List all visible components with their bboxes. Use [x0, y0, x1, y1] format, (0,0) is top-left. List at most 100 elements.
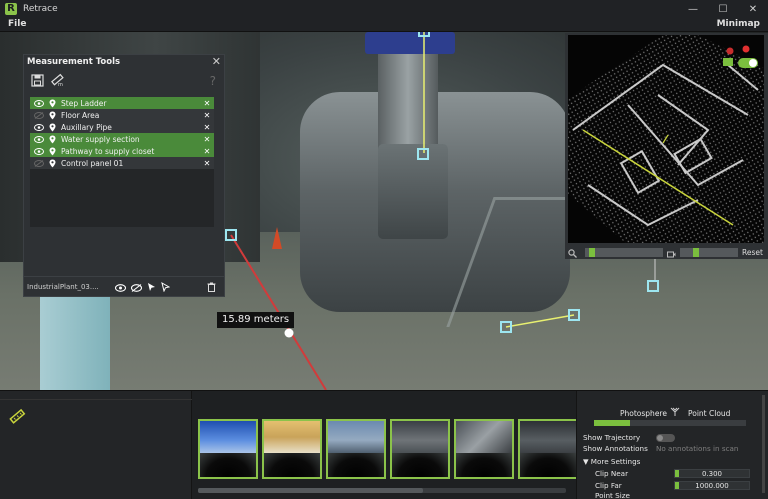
- panel-close-button[interactable]: ✕: [212, 55, 221, 68]
- ruler-tool-icon[interactable]: [8, 407, 26, 429]
- delete-icon[interactable]: ✕: [202, 159, 212, 168]
- tool-dock: [0, 391, 192, 499]
- show-annotations-label: Show Annotations: [583, 444, 648, 453]
- clip-near-label: Clip Near: [595, 469, 629, 478]
- delete-icon[interactable]: ✕: [202, 111, 212, 120]
- minimap-record-icon[interactable]: [726, 47, 734, 55]
- measurement-line-floor: [505, 314, 575, 328]
- measurement-handle[interactable]: [417, 148, 429, 160]
- thumbnail-scrollbar-thumb[interactable]: [198, 488, 423, 493]
- menu-file[interactable]: File: [8, 19, 26, 29]
- hide-all-eye-icon[interactable]: [130, 277, 143, 296]
- map-pin-icon[interactable]: [47, 111, 57, 120]
- measurement-tools-panel: Measurement Tools ✕ m ? Step Ladder ✕ Fl…: [23, 54, 225, 297]
- eye-hidden-icon[interactable]: [33, 111, 45, 119]
- clip-far-row: Clip Far 1000.000: [595, 480, 750, 491]
- minimap-lock-icon[interactable]: [723, 58, 733, 66]
- photosphere-thumbnail[interactable]: [518, 419, 578, 479]
- map-pin-icon[interactable]: [47, 159, 57, 168]
- view-mode-slider[interactable]: [594, 420, 746, 426]
- minimap-view[interactable]: [568, 35, 764, 243]
- minimap-height-thumb[interactable]: [693, 247, 699, 257]
- search-icon[interactable]: [568, 243, 577, 262]
- minimap-controls: Reset: [565, 245, 768, 259]
- photosphere-thumbnail[interactable]: [198, 419, 258, 479]
- delete-icon[interactable]: ✕: [202, 147, 212, 156]
- list-item[interactable]: Floor Area ✕: [30, 109, 214, 121]
- point-size-label: Point Size: [595, 491, 630, 499]
- minimize-button[interactable]: —: [678, 0, 708, 18]
- more-settings-label[interactable]: ▼ More Settings: [583, 457, 640, 466]
- list-item-label: Auxillary Pipe: [61, 122, 112, 132]
- panel-title: Measurement Tools: [27, 57, 121, 67]
- photosphere-thumbnail[interactable]: [390, 419, 450, 479]
- point-cloud-map: [568, 35, 764, 243]
- show-all-eye-icon[interactable]: [114, 277, 127, 296]
- photosphere-mode-button[interactable]: Photosphere: [620, 409, 667, 418]
- minimap-zoom-slider[interactable]: [585, 247, 663, 257]
- list-item[interactable]: Step Ladder ✕: [30, 97, 214, 109]
- app-logo-icon: R: [5, 3, 17, 15]
- more-settings-header[interactable]: ▼ More Settings: [583, 456, 640, 467]
- point-size-row: Point Size 1: [595, 491, 630, 499]
- save-measurements-icon[interactable]: [30, 73, 44, 87]
- show-trajectory-toggle[interactable]: [656, 433, 675, 442]
- point-cloud-mode-button[interactable]: Point Cloud: [688, 409, 730, 418]
- minimap-reset-button[interactable]: Reset: [742, 248, 763, 257]
- list-item-label: Water supply section: [61, 134, 140, 144]
- map-pin-icon[interactable]: [47, 147, 57, 156]
- clip-near-field[interactable]: 0.300: [674, 469, 750, 478]
- annotations-status: No annotations in scan: [656, 444, 739, 453]
- delete-icon[interactable]: ✕: [202, 135, 212, 144]
- eye-visible-icon[interactable]: [33, 123, 45, 131]
- delete-icon[interactable]: ✕: [202, 123, 212, 132]
- delete-icon[interactable]: ✕: [202, 99, 212, 108]
- camera-icon[interactable]: [667, 243, 676, 262]
- ruler-measure-icon[interactable]: m: [50, 73, 64, 87]
- minimap-zoom-thumb[interactable]: [588, 247, 595, 257]
- title-bar: R Retrace — ☐ ✕: [0, 0, 768, 18]
- settings-scrollbar[interactable]: [762, 395, 765, 493]
- eye-visible-icon[interactable]: [33, 147, 45, 155]
- list-item-label: Floor Area: [61, 110, 100, 120]
- menu-bar: File Minimap: [0, 18, 768, 32]
- eye-hidden-icon[interactable]: [33, 159, 45, 167]
- measurement-midpoint-handle[interactable]: [284, 328, 294, 338]
- clip-far-field[interactable]: 1000.000: [674, 481, 750, 490]
- photosphere-thumbnail[interactable]: [326, 419, 386, 479]
- svg-text:m: m: [58, 82, 63, 87]
- measurement-distance-label: 15.89 meters: [217, 312, 295, 328]
- eye-visible-icon[interactable]: [33, 99, 45, 107]
- list-item-label: Control panel 01: [61, 158, 124, 168]
- thumbnail-scrollbar[interactable]: [198, 488, 566, 493]
- panel-toolbar: m: [30, 73, 64, 87]
- footer-actions: [114, 277, 171, 296]
- list-item[interactable]: Control panel 01 ✕: [30, 157, 214, 169]
- minimap-height-slider[interactable]: [680, 247, 738, 257]
- list-item[interactable]: Water supply section ✕: [30, 133, 214, 145]
- menu-minimap[interactable]: Minimap: [717, 19, 760, 29]
- minimap-record-active-icon[interactable]: [742, 45, 750, 53]
- select-cursor-icon[interactable]: [147, 277, 156, 296]
- list-item[interactable]: Pathway to supply closet ✕: [30, 145, 214, 157]
- app-title: Retrace: [23, 4, 58, 14]
- map-pin-icon[interactable]: [47, 99, 57, 108]
- map-pin-icon[interactable]: [47, 135, 57, 144]
- panel-footer: IndustrialPlant_03....: [24, 276, 224, 296]
- maximize-button[interactable]: ☐: [708, 0, 738, 18]
- help-icon[interactable]: ?: [210, 74, 216, 88]
- clip-far-value: 1000.000: [695, 482, 729, 490]
- swap-mode-icon[interactable]: [670, 407, 680, 419]
- view-mode-slider-fill: [594, 420, 631, 426]
- list-item[interactable]: Auxillary Pipe ✕: [30, 121, 214, 133]
- photosphere-thumbnail[interactable]: [454, 419, 514, 479]
- close-window-button[interactable]: ✕: [738, 0, 768, 18]
- app-window: R Retrace — ☐ ✕ File Minimap 15.89 meter…: [0, 0, 768, 499]
- map-pin-icon[interactable]: [47, 123, 57, 132]
- trash-icon[interactable]: [207, 277, 216, 296]
- photosphere-thumbnail[interactable]: [262, 419, 322, 479]
- measurement-handle[interactable]: [647, 280, 659, 292]
- show-trajectory-row: Show Trajectory: [583, 432, 675, 443]
- select-cursor-outline-icon[interactable]: [161, 277, 171, 296]
- eye-visible-icon[interactable]: [33, 135, 45, 143]
